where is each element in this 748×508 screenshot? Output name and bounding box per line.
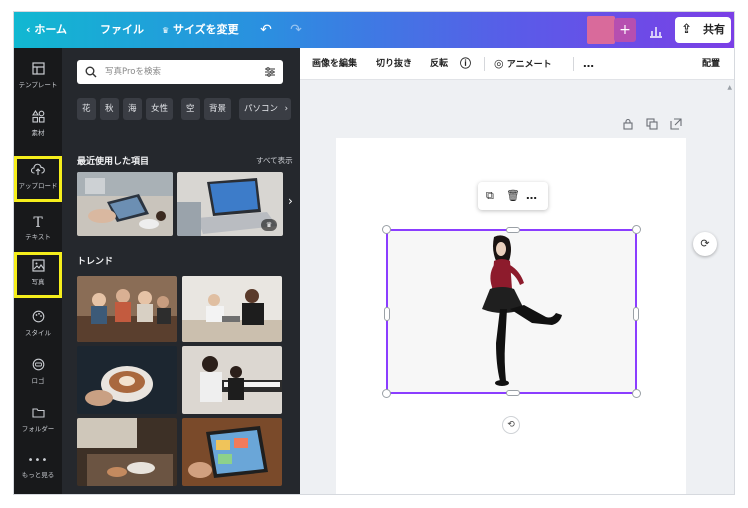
more-options-button[interactable]: … — [583, 48, 594, 80]
avatar[interactable] — [587, 16, 615, 44]
recent-photo-1[interactable] — [77, 172, 173, 236]
search-input[interactable]: 写真Proを検索 — [77, 60, 283, 84]
left-rail: テンプレート 素材 アップロード T テキスト 写真 スタイル ロゴ フォルダー… — [14, 48, 62, 494]
trend-photo-4[interactable] — [182, 346, 282, 414]
photo-image — [182, 346, 282, 414]
upload-icon — [14, 163, 62, 181]
rail-item-uploads[interactable]: アップロード — [14, 156, 62, 202]
top-bar: ‹ ホーム ファイル ♛ サイズを変更 ↶ ↷ + ⇪ 共有 — [14, 12, 734, 48]
rotate-icon[interactable]: ⟲ — [502, 416, 520, 434]
chip-autumn[interactable]: 秋 — [100, 98, 119, 120]
photo-image — [77, 172, 173, 236]
more-icon: ••• — [27, 455, 49, 466]
recent-title: 最近使用した項目 — [77, 157, 150, 167]
resize-handle[interactable] — [382, 389, 391, 398]
add-member-button[interactable]: + — [614, 18, 636, 42]
rail-item-logos[interactable]: ロゴ — [14, 358, 62, 398]
animate-button[interactable]: ◎ アニメート — [494, 48, 552, 80]
text-icon: T — [33, 215, 43, 231]
resize-button[interactable]: ♛ サイズを変更 — [162, 12, 239, 48]
trend-photo-1[interactable] — [77, 276, 177, 342]
trend-photo-6[interactable] — [182, 418, 282, 486]
animate-icon: ◎ — [494, 57, 504, 70]
chip-pc[interactable]: パソコン › — [239, 98, 291, 120]
chip-woman[interactable]: 女性 — [146, 98, 174, 120]
resize-handle[interactable] — [632, 225, 641, 234]
flip-button[interactable]: 反転 — [430, 48, 448, 80]
trend-photo-3[interactable] — [77, 346, 177, 414]
photo-icon — [14, 259, 62, 277]
trend-photo-2[interactable] — [182, 276, 282, 342]
lock-icon[interactable] — [622, 118, 634, 133]
editor-toolbar: 画像を編集 切り抜き 反転 ⓘ ◎ アニメート … 配置 — [300, 48, 734, 80]
insights-icon[interactable] — [644, 12, 668, 48]
redo-icon[interactable]: ↷ — [286, 12, 306, 48]
rail-item-text[interactable]: T テキスト — [14, 214, 62, 254]
delete-icon[interactable]: 🗑 — [506, 182, 520, 210]
photo-image — [182, 418, 282, 486]
file-menu[interactable]: ファイル — [100, 12, 144, 48]
resize-handle[interactable] — [633, 307, 639, 321]
logo-icon — [14, 358, 62, 376]
style-icon — [14, 310, 62, 328]
resize-handle[interactable] — [382, 225, 391, 234]
resize-handle[interactable] — [632, 389, 641, 398]
trend-photo-5[interactable] — [77, 418, 177, 486]
photo-image — [77, 418, 177, 486]
photo-image — [182, 276, 282, 342]
photo-image — [77, 346, 177, 414]
folder-icon — [14, 406, 62, 424]
crop-button[interactable]: 切り抜き — [376, 48, 412, 80]
copy-icon[interactable]: ⧉ — [486, 182, 494, 210]
chip-sky[interactable]: 空 — [181, 98, 200, 120]
rail-item-elements[interactable]: 素材 — [14, 109, 62, 150]
resize-handle[interactable] — [506, 227, 520, 233]
crown-icon: ♛ — [162, 26, 170, 35]
more-icon[interactable]: … — [526, 182, 537, 210]
rail-item-photos[interactable]: 写真 — [14, 252, 62, 298]
app-window: ‹ ホーム ファイル ♛ サイズを変更 ↶ ↷ + ⇪ 共有 テンプレート 素材… — [14, 12, 734, 494]
photo-image — [77, 276, 177, 342]
see-all-link[interactable]: すべて表示 — [256, 155, 293, 166]
home-button[interactable]: ‹ ホーム — [26, 12, 67, 48]
resize-handle[interactable] — [506, 390, 520, 396]
rail-item-folders[interactable]: フォルダー — [14, 406, 62, 446]
chip-sea[interactable]: 海 — [123, 98, 142, 120]
element-context-menu: ⧉ 🗑 … — [478, 182, 548, 210]
divider — [484, 57, 485, 71]
filter-icon[interactable] — [264, 63, 276, 81]
rail-item-templates[interactable]: テンプレート — [14, 62, 62, 102]
chevron-right-icon[interactable]: › — [288, 194, 293, 208]
recent-photo-2[interactable]: ♛ — [177, 172, 283, 236]
template-icon — [14, 62, 62, 80]
dancer-photo — [388, 231, 635, 392]
edit-image-button[interactable]: 画像を編集 — [312, 48, 357, 80]
search-icon — [85, 63, 97, 81]
info-icon[interactable]: ⓘ — [460, 48, 471, 80]
rail-item-styles[interactable]: スタイル — [14, 310, 62, 350]
add-page-icon[interactable] — [670, 118, 682, 133]
selected-photo[interactable] — [382, 225, 641, 398]
chevron-left-icon: ‹ — [26, 23, 31, 36]
chip-flower[interactable]: 花 — [77, 98, 96, 120]
resize-handle[interactable] — [384, 307, 390, 321]
duplicate-page-icon[interactable] — [646, 118, 658, 133]
photos-panel: 写真Proを検索 花 秋 海 女性 空 背景 パソコン › 最近使用した項目 すべ… — [62, 48, 300, 494]
position-button[interactable]: 配置 — [702, 48, 720, 80]
trend-title: トレンド — [77, 257, 114, 267]
crown-icon: ♛ — [261, 219, 277, 231]
refresh-suggestions-icon[interactable]: ⟳ — [693, 232, 717, 256]
scroll-up-icon[interactable]: ▲ — [727, 84, 732, 91]
chevron-right-icon[interactable]: › — [285, 98, 288, 120]
undo-icon[interactable]: ↶ — [256, 12, 276, 48]
rail-item-more[interactable]: ••• もっと見る — [14, 452, 62, 492]
elements-icon — [14, 109, 62, 128]
share-button[interactable]: ⇪ 共有 — [675, 17, 731, 43]
chip-background[interactable]: 背景 — [204, 98, 232, 120]
divider — [573, 57, 574, 71]
share-icon: ⇪ — [681, 22, 692, 37]
